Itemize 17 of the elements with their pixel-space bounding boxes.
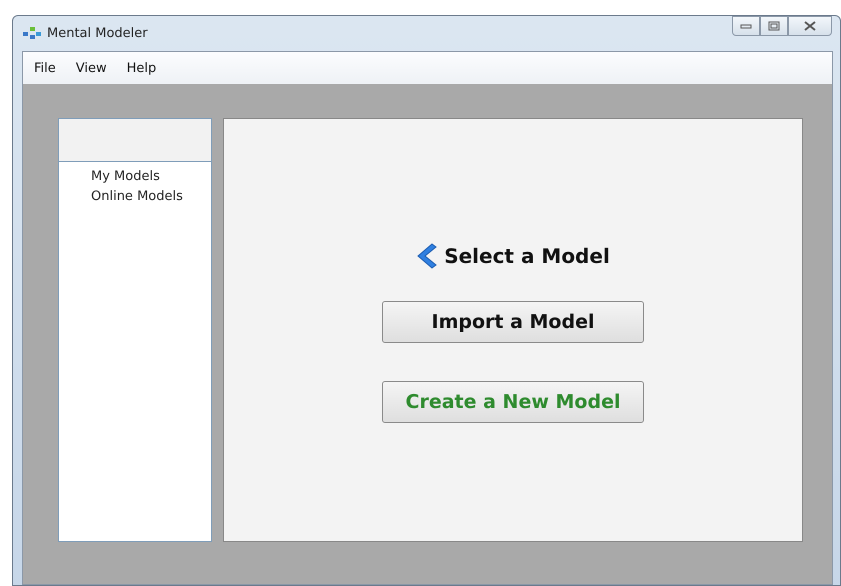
sidebar-item[interactable]: Online Models <box>59 187 211 207</box>
maximize-button[interactable] <box>760 16 788 36</box>
menu-item[interactable]: Help <box>126 60 156 76</box>
model-button[interactable]: Create a New Model <box>382 381 644 423</box>
close-icon <box>804 21 816 31</box>
sidebar-item[interactable]: My Models <box>59 167 211 187</box>
menu-item[interactable]: File <box>34 60 56 76</box>
window-title: Mental Modeler <box>47 26 148 41</box>
select-model-heading: Select a Model <box>444 244 610 268</box>
close-button[interactable] <box>788 16 832 36</box>
minimize-button[interactable] <box>732 16 760 36</box>
back-arrow-icon <box>416 243 438 269</box>
menu-item[interactable]: View <box>76 60 107 76</box>
model-button[interactable]: Import a Model <box>382 301 644 343</box>
maximize-icon <box>768 21 780 31</box>
app-icon <box>23 26 41 40</box>
minimize-icon <box>740 22 752 30</box>
